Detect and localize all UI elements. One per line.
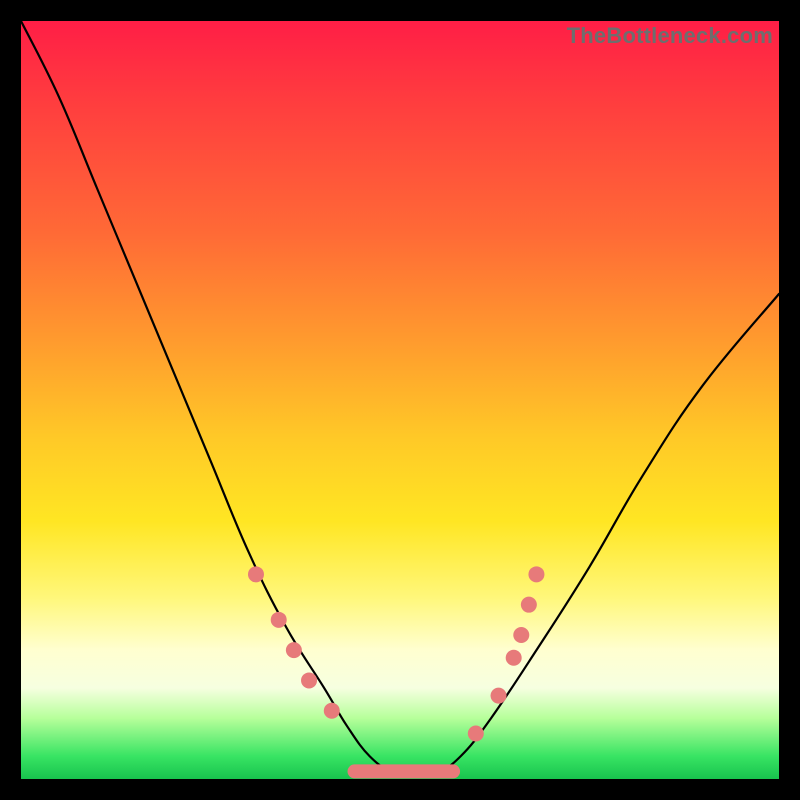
plot-area: TheBottleneck.com (21, 21, 779, 779)
curve-marker (528, 566, 544, 582)
curve-marker (506, 650, 522, 666)
curve-marker (491, 688, 507, 704)
curve-marker (468, 726, 484, 742)
bottleneck-curve (21, 21, 779, 773)
curve-marker (248, 566, 264, 582)
curve-marker (286, 642, 302, 658)
curve-marker (301, 672, 317, 688)
curve-marker (324, 703, 340, 719)
chart-frame: TheBottleneck.com (0, 0, 800, 800)
markers-left (248, 566, 340, 718)
curve-marker (521, 597, 537, 613)
bottleneck-curve-svg (21, 21, 779, 779)
curve-marker (513, 627, 529, 643)
curve-marker (271, 612, 287, 628)
